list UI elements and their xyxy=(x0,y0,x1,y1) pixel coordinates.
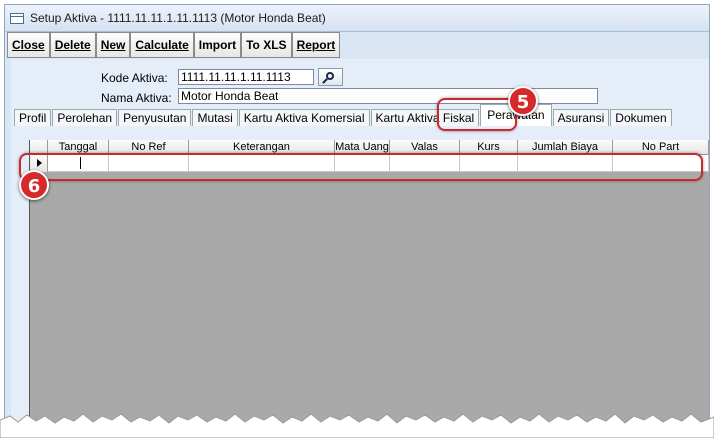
import-button[interactable]: Import xyxy=(193,32,242,58)
tab-profil[interactable]: Profil xyxy=(14,109,52,126)
nama-aktiva-label: Nama Aktiva: xyxy=(101,91,172,105)
title-bar: Setup Aktiva - 1111.11.11.1.11.1113 (Mot… xyxy=(5,5,709,32)
tab-strip: Profil Perolehan Penyusutan Mutasi Kartu… xyxy=(14,104,673,126)
tab-penyusutan[interactable]: Penyusutan xyxy=(118,109,192,126)
torn-edge xyxy=(0,413,714,438)
callout-badge-5: 5 xyxy=(508,86,538,116)
tab-perolehan[interactable]: Perolehan xyxy=(52,109,118,126)
kode-aktiva-label: Kode Aktiva: xyxy=(101,71,168,85)
window-title: Setup Aktiva - 1111.11.11.1.11.1113 (Mot… xyxy=(30,11,326,25)
tab-mutasi[interactable]: Mutasi xyxy=(192,109,238,126)
tab-asuransi[interactable]: Asuransi xyxy=(552,109,610,126)
kode-aktiva-input[interactable] xyxy=(178,69,314,85)
calculate-button[interactable]: Calculate xyxy=(130,32,194,58)
toolbar: Close Delete New Calculate Import To XLS… xyxy=(7,32,341,58)
report-button[interactable]: Report xyxy=(291,32,341,58)
delete-button[interactable]: Delete xyxy=(49,32,96,58)
lookup-button[interactable] xyxy=(318,68,343,86)
tab-dokumen[interactable]: Dokumen xyxy=(610,109,672,126)
callout-highlight-row xyxy=(19,153,703,181)
callout-highlight-tab xyxy=(437,98,517,131)
to-xls-button[interactable]: To XLS xyxy=(241,32,292,58)
perawatan-grid[interactable]: Tanggal No Ref Keterangan Mata Uang Vala… xyxy=(29,140,709,428)
tab-kartu-aktiva-komersial[interactable]: Kartu Aktiva Komersial xyxy=(238,109,370,126)
form-icon xyxy=(10,12,24,24)
callout-badge-6: 6 xyxy=(19,170,49,200)
close-button[interactable]: Close xyxy=(7,32,50,58)
new-button[interactable]: New xyxy=(95,32,131,58)
